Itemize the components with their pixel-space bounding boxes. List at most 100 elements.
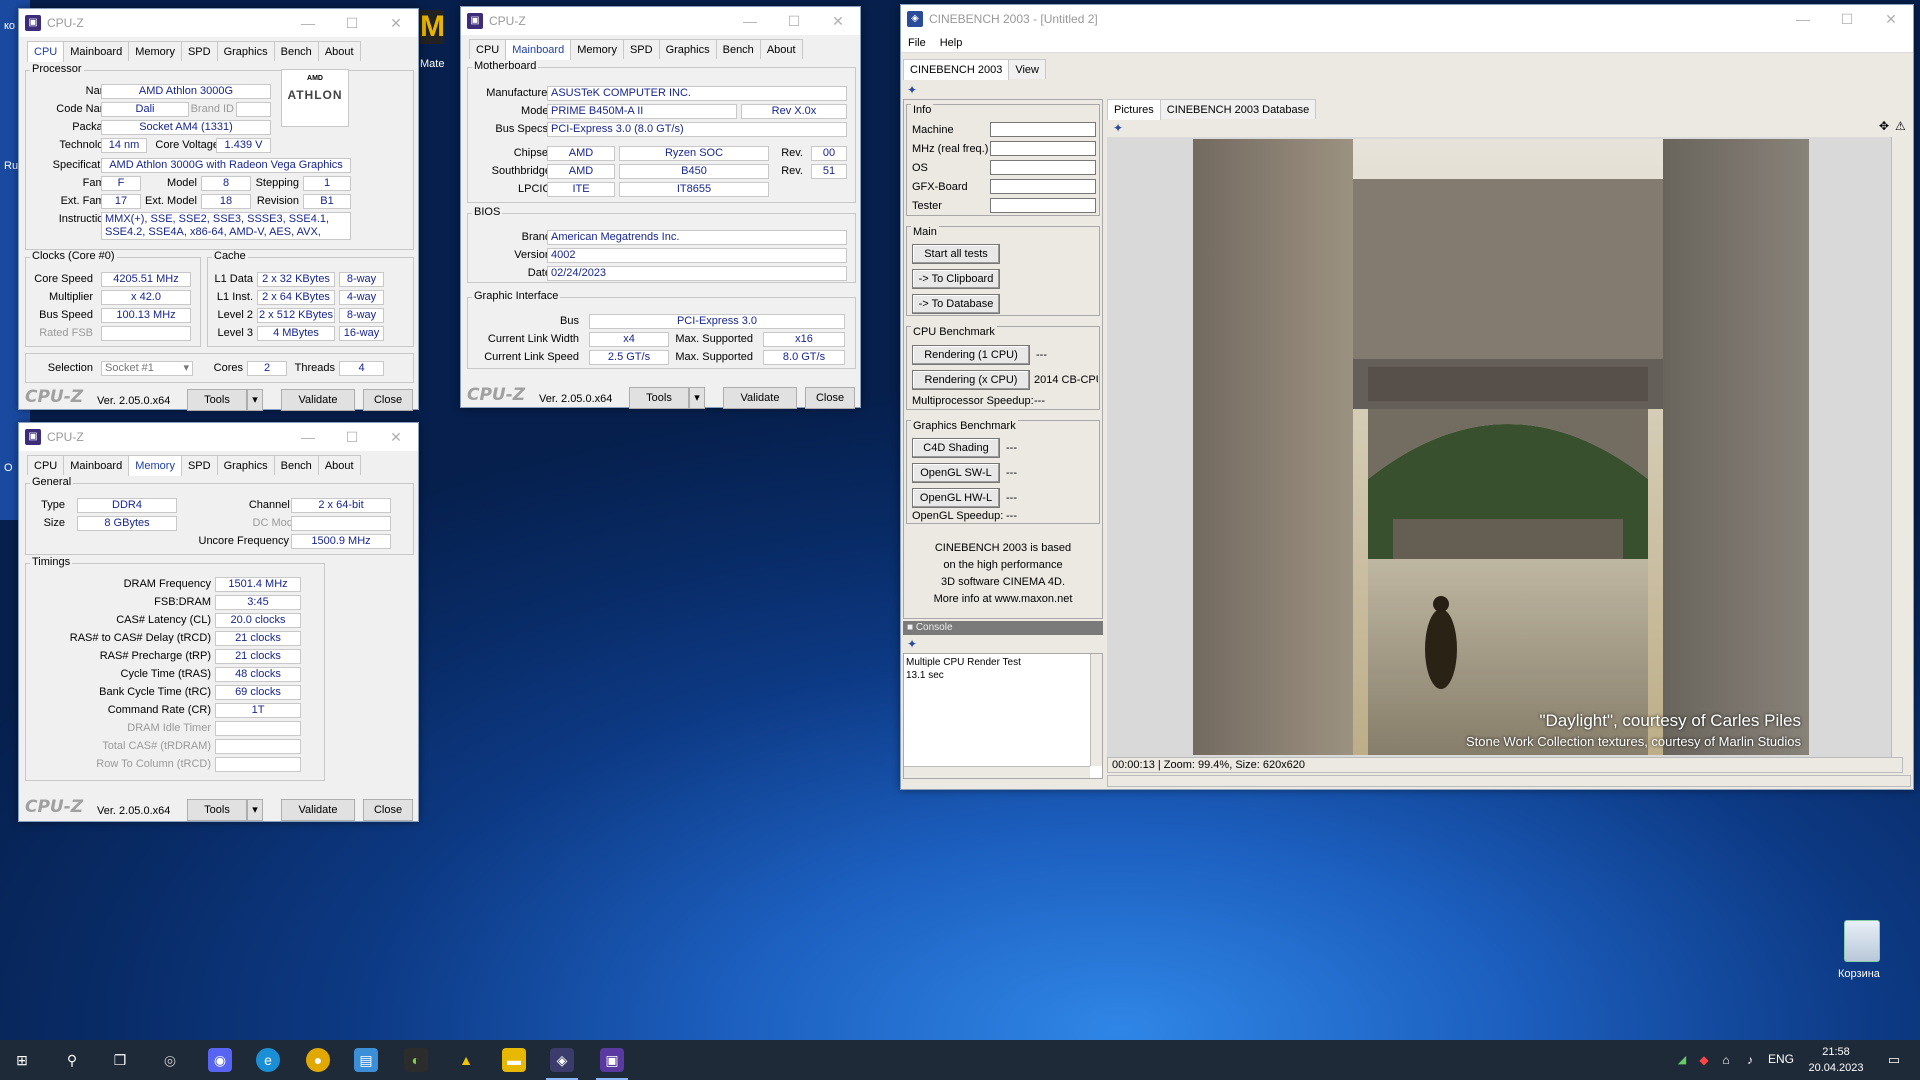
tab-graphics[interactable]: Graphics: [658, 39, 717, 59]
render-viewport[interactable]: "Daylight", courtesy of Carles Piles Sto…: [1107, 137, 1903, 757]
task-view-icon[interactable]: ❐: [108, 1048, 132, 1072]
validate-button[interactable]: Validate: [281, 799, 355, 821]
tab-graphics[interactable]: Graphics: [216, 455, 275, 475]
title-bar[interactable]: ▣ CPU-Z — ☐ ✕: [19, 423, 418, 451]
c4d-shading-button[interactable]: C4D Shading: [912, 438, 1000, 458]
title-bar[interactable]: ▣ CPU-Z — ☐ ✕: [461, 7, 860, 35]
close-button[interactable]: Close: [805, 387, 855, 409]
maximize-icon[interactable]: ☐: [772, 7, 816, 35]
file-explorer-icon[interactable]: ▬: [502, 1048, 526, 1072]
tab-memory[interactable]: Memory: [128, 455, 182, 476]
minimize-icon[interactable]: —: [1781, 5, 1825, 33]
pin-icon[interactable]: ✦: [907, 637, 917, 651]
clock[interactable]: 21:58 20.04.2023: [1806, 1044, 1866, 1076]
app-icon[interactable]: ◐: [404, 1048, 428, 1072]
chrome-icon[interactable]: ●: [306, 1048, 330, 1072]
tab-mainboard[interactable]: Mainboard: [63, 455, 130, 475]
gfx-input[interactable]: [990, 179, 1096, 194]
tools-button[interactable]: Tools: [187, 799, 247, 821]
tools-dropdown-icon[interactable]: ▾: [689, 387, 705, 409]
tools-dropdown-icon[interactable]: ▾: [247, 799, 263, 821]
tab-bench[interactable]: Bench: [273, 455, 319, 475]
tab-about[interactable]: About: [317, 41, 361, 61]
console-output[interactable]: Multiple CPU Render Test 13.1 sec: [903, 653, 1103, 779]
tab-bench[interactable]: Bench: [273, 41, 319, 61]
tester-input[interactable]: [990, 198, 1096, 213]
to-clipboard-button[interactable]: -> To Clipboard: [912, 269, 1000, 289]
to-database-button[interactable]: -> To Database: [912, 294, 1000, 314]
minimize-icon[interactable]: —: [728, 7, 772, 35]
tab-cpu[interactable]: CPU: [27, 455, 65, 475]
tab-mainboard[interactable]: Mainboard: [505, 39, 572, 60]
tab-cinebench-database[interactable]: CINEBENCH 2003 Database: [1159, 99, 1317, 119]
tools-button[interactable]: Tools: [187, 389, 247, 411]
tab-cinebench[interactable]: CINEBENCH 2003: [903, 59, 1010, 80]
maximize-icon[interactable]: ☐: [330, 9, 374, 37]
app-icon[interactable]: ▤: [354, 1048, 378, 1072]
close-icon[interactable]: ✕: [816, 7, 860, 35]
move-icon[interactable]: ✥: [1879, 119, 1889, 133]
close-button[interactable]: Close: [363, 799, 413, 821]
tab-mainboard[interactable]: Mainboard: [63, 41, 130, 61]
menu-help[interactable]: Help: [933, 33, 970, 52]
selection-dropdown[interactable]: Socket #1 ▾: [101, 361, 193, 376]
cinebench-taskbar-icon[interactable]: ◈: [550, 1048, 574, 1072]
search-icon[interactable]: ⚲: [60, 1048, 84, 1072]
tab-memory[interactable]: Memory: [570, 39, 624, 59]
close-button[interactable]: Close: [363, 389, 413, 411]
discord-icon[interactable]: ◉: [208, 1048, 232, 1072]
rendering-xcpu-button[interactable]: Rendering (x CPU): [912, 370, 1030, 390]
close-icon[interactable]: ✕: [374, 423, 418, 451]
minimize-icon[interactable]: —: [286, 9, 330, 37]
tools-button[interactable]: Tools: [629, 387, 689, 409]
notifications-icon[interactable]: ▭: [1882, 1048, 1906, 1072]
tab-spd[interactable]: SPD: [622, 39, 660, 59]
cpuz-taskbar-icon[interactable]: ▣: [600, 1048, 624, 1072]
opengl-swl-button[interactable]: OpenGL SW-L: [912, 463, 1000, 483]
maximize-icon[interactable]: ☐: [330, 423, 374, 451]
tab-about[interactable]: About: [759, 39, 803, 59]
os-input[interactable]: [990, 160, 1096, 175]
console-hscrollbar[interactable]: [904, 766, 1090, 778]
minimize-icon[interactable]: —: [286, 423, 330, 451]
close-icon[interactable]: ✕: [1869, 5, 1913, 33]
maximize-icon[interactable]: ☐: [1825, 5, 1869, 33]
network-icon[interactable]: ⌂: [1714, 1048, 1738, 1072]
rendering-1cpu-button[interactable]: Rendering (1 CPU): [912, 345, 1030, 365]
tab-cpu[interactable]: CPU: [469, 39, 507, 59]
pin-icon[interactable]: ✦: [907, 83, 917, 97]
tab-spd[interactable]: SPD: [180, 455, 218, 475]
mate-app-icon[interactable]: M: [420, 10, 445, 44]
validate-button[interactable]: Validate: [281, 389, 355, 411]
start-all-tests-button[interactable]: Start all tests: [912, 244, 1000, 264]
mhz-input[interactable]: [990, 141, 1096, 156]
tab-pictures[interactable]: Pictures: [1107, 99, 1161, 120]
tab-memory[interactable]: Memory: [128, 41, 182, 61]
console-scrollbar[interactable]: [1090, 654, 1102, 766]
edge-icon[interactable]: e: [256, 1048, 280, 1072]
tab-view[interactable]: View: [1008, 59, 1046, 79]
machine-input[interactable]: [990, 122, 1096, 137]
tab-graphics[interactable]: Graphics: [216, 41, 275, 61]
tray-app-icon[interactable]: ◢: [1670, 1048, 1694, 1072]
tab-spd[interactable]: SPD: [180, 41, 218, 61]
title-bar[interactable]: ▣ CPU-Z — ☐ ✕: [19, 9, 418, 37]
tools-dropdown-icon[interactable]: ▾: [247, 389, 263, 411]
menu-file[interactable]: File: [901, 33, 933, 52]
opengl-hwl-button[interactable]: OpenGL HW-L: [912, 488, 1000, 508]
tab-bench[interactable]: Bench: [715, 39, 761, 59]
language-indicator[interactable]: ENG: [1768, 1052, 1794, 1066]
tray-security-icon[interactable]: ◆: [1692, 1048, 1716, 1072]
pin-icon[interactable]: ✦: [1113, 121, 1123, 135]
tab-cpu[interactable]: CPU: [27, 41, 65, 62]
validate-button[interactable]: Validate: [723, 387, 797, 409]
tab-about[interactable]: About: [317, 455, 361, 475]
recycle-bin-icon[interactable]: [1844, 920, 1880, 962]
render-vscrollbar[interactable]: [1891, 137, 1903, 757]
close-icon[interactable]: ✕: [374, 9, 418, 37]
title-bar[interactable]: ◈ CINEBENCH 2003 - [Untitled 2] — ☐ ✕: [901, 5, 1913, 33]
windows-start-icon[interactable]: ⊞: [10, 1048, 34, 1072]
volume-icon[interactable]: ♪: [1738, 1048, 1762, 1072]
app-icon[interactable]: ▲: [454, 1048, 478, 1072]
app-icon[interactable]: ◎: [158, 1048, 182, 1072]
